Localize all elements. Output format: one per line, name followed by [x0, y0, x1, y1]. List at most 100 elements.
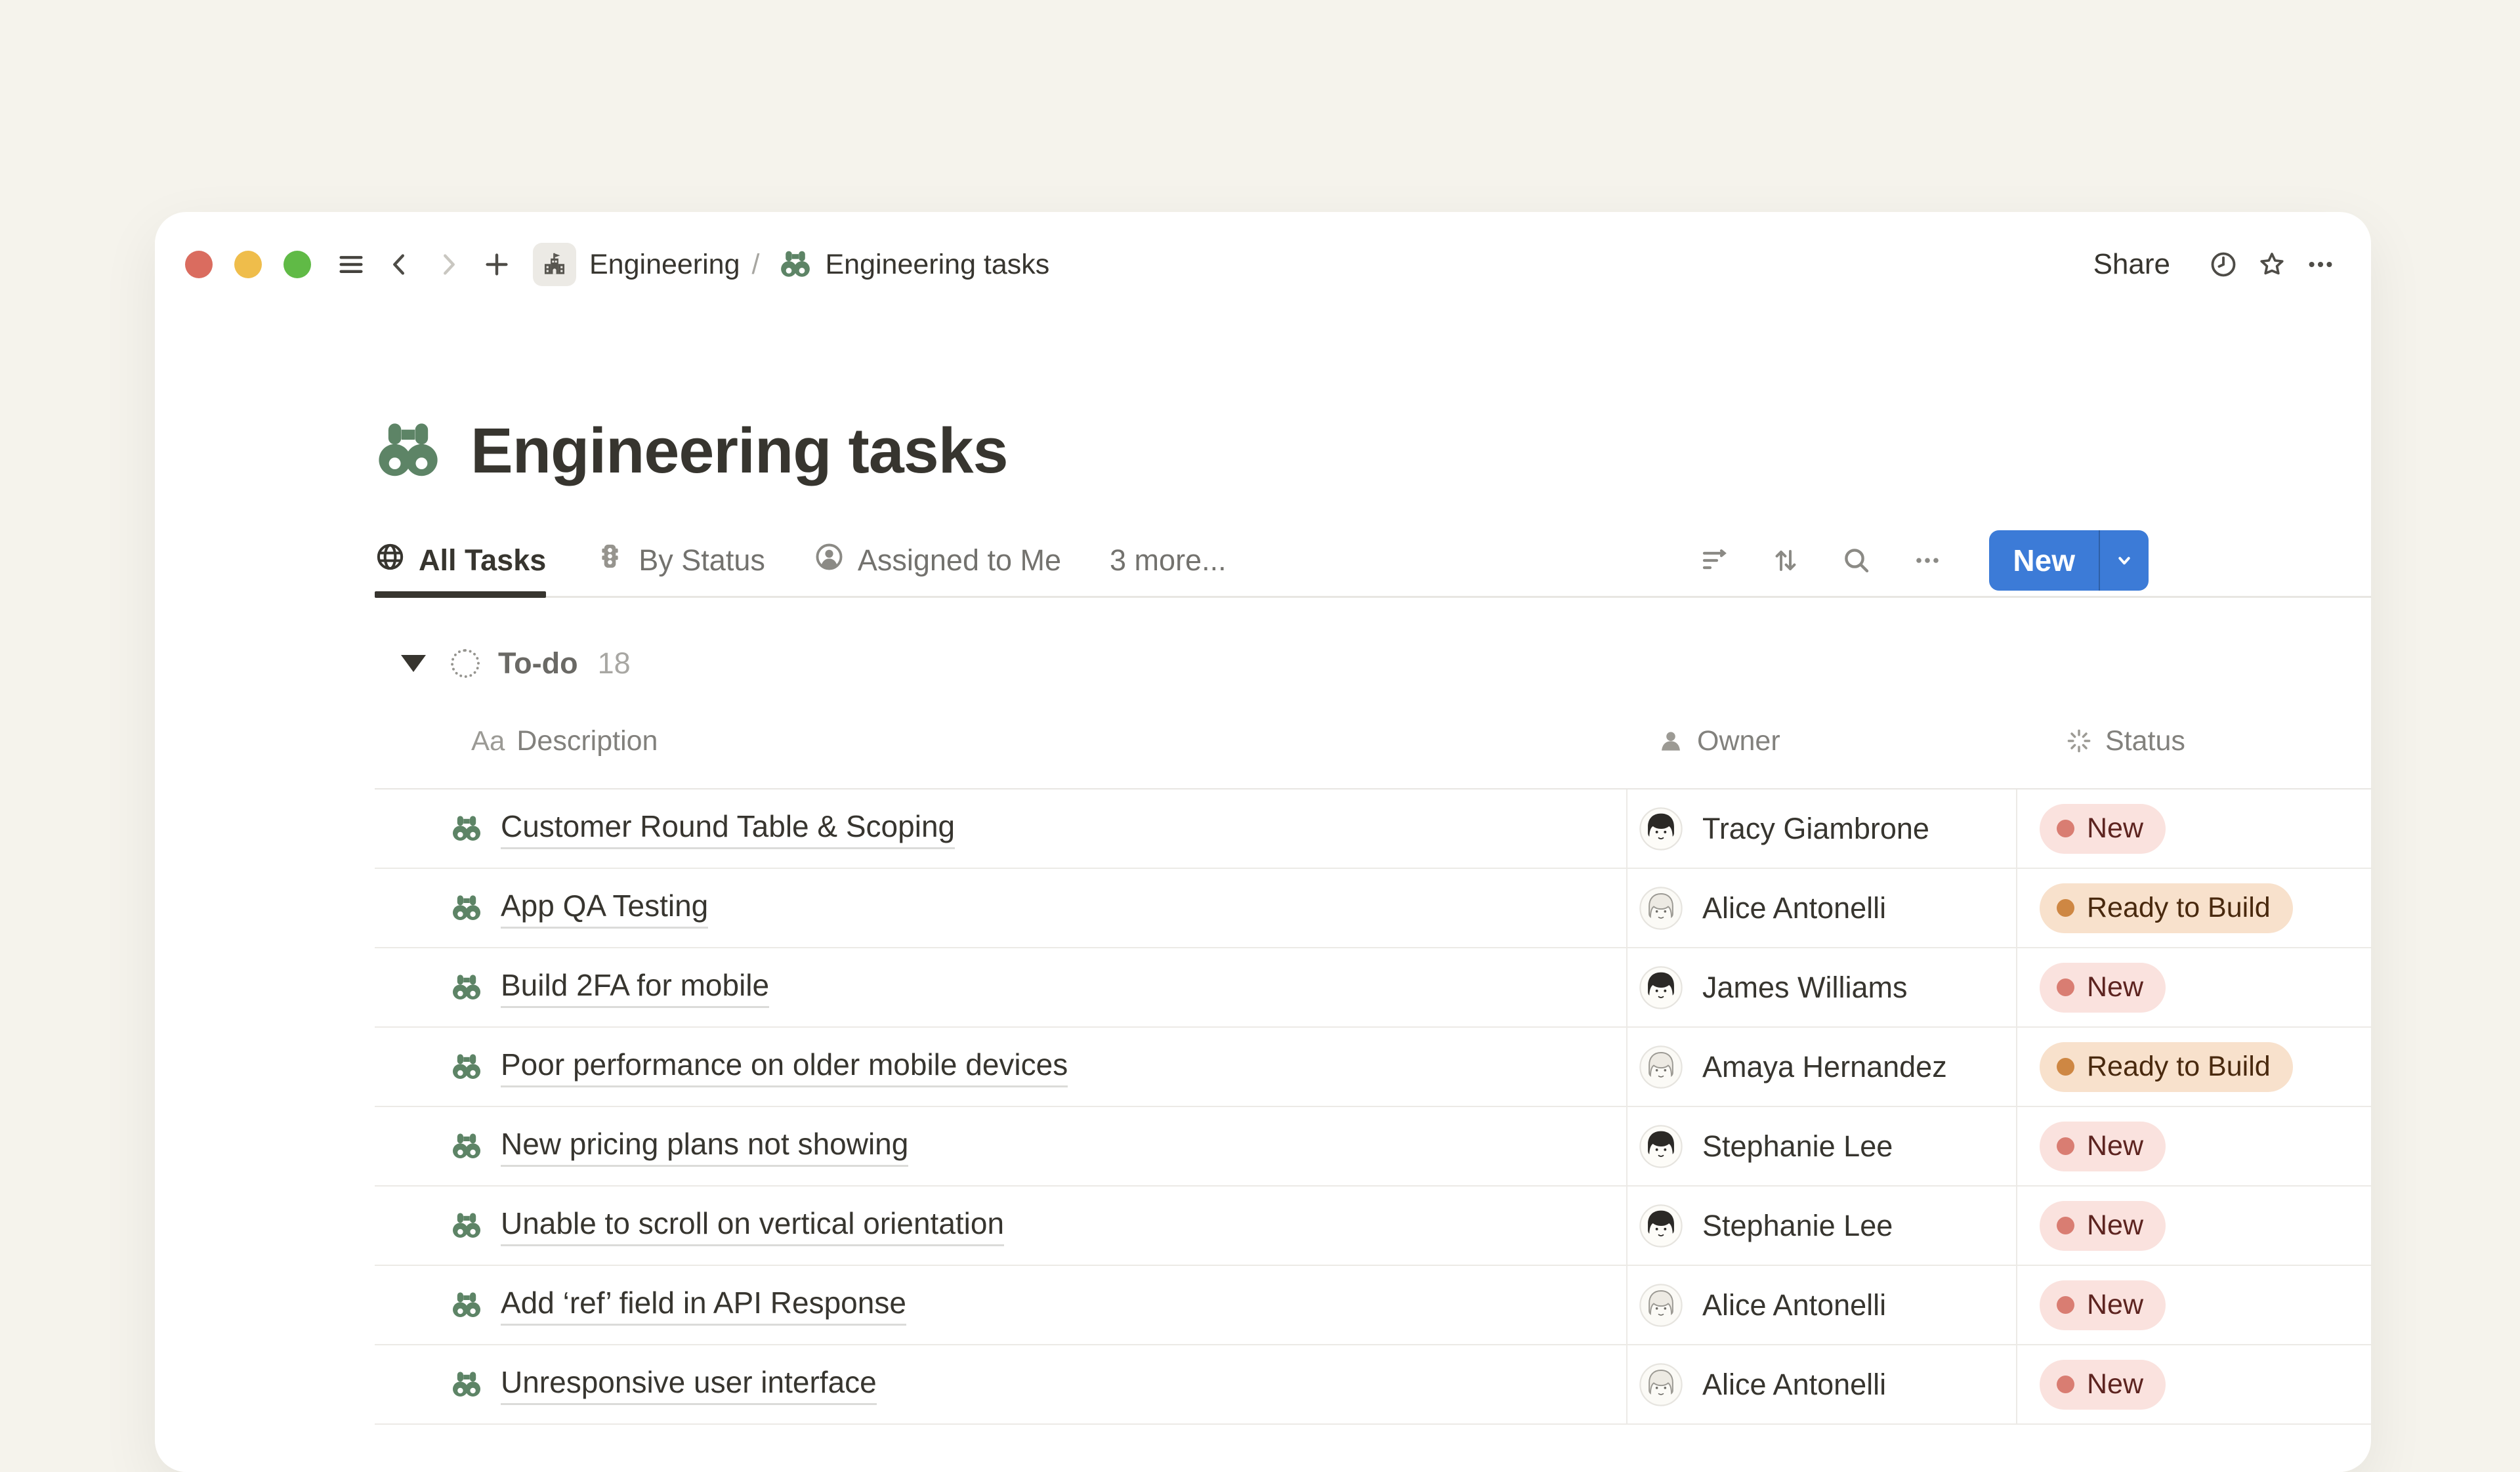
description-cell[interactable]: Poor performance on older mobile devices — [375, 1028, 1626, 1106]
task-title-link[interactable]: App QA Testing — [501, 888, 708, 929]
table-row[interactable]: Customer Round Table & Scoping Tracy Gia… — [375, 789, 2371, 869]
group-name[interactable]: To-do — [498, 646, 578, 681]
owner-cell[interactable]: Amaya Hernandez — [1626, 1028, 2017, 1106]
forward-icon[interactable] — [429, 245, 467, 284]
person-circle-icon — [814, 541, 845, 579]
owner-cell[interactable]: Alice Antonelli — [1626, 869, 2017, 947]
new-button[interactable]: New — [1989, 530, 2149, 591]
tab-assigned-to-me[interactable]: Assigned to Me — [814, 524, 1061, 596]
search-icon[interactable] — [1838, 542, 1875, 579]
status-cell[interactable]: New — [2017, 1107, 2371, 1185]
status-badge[interactable]: Ready to Build — [2040, 1042, 2293, 1092]
status-badge[interactable]: New — [2040, 1122, 2166, 1171]
status-dot-icon — [2057, 1058, 2074, 1076]
breadcrumb-current[interactable]: Engineering tasks — [825, 249, 1049, 281]
status-dot-icon — [2057, 1137, 2074, 1155]
owner-cell[interactable]: Alice Antonelli — [1626, 1266, 2017, 1344]
description-cell[interactable]: Unable to scroll on vertical orientation — [375, 1187, 1626, 1265]
status-label: Ready to Build — [2087, 892, 2271, 924]
column-header-owner[interactable]: Owner — [1626, 725, 2017, 757]
workspace-building-icon[interactable] — [533, 243, 576, 286]
table-row[interactable]: New pricing plans not showing Stephanie … — [375, 1107, 2371, 1187]
table-row[interactable]: Add ‘ref’ field in API Response Alice An… — [375, 1266, 2371, 1345]
status-badge[interactable]: Ready to Build — [2040, 883, 2293, 933]
close-window-button[interactable] — [185, 251, 213, 278]
more-options-icon[interactable] — [2301, 245, 2340, 284]
filter-icon[interactable] — [1696, 542, 1733, 579]
new-button-label[interactable]: New — [1989, 530, 2099, 591]
status-cell[interactable]: New — [2017, 1266, 2371, 1344]
binoculars-icon[interactable] — [375, 417, 442, 484]
minimize-window-button[interactable] — [234, 251, 262, 278]
text-property-icon: Aa — [471, 725, 505, 757]
favorite-star-icon[interactable] — [2253, 245, 2291, 284]
status-badge[interactable]: New — [2040, 804, 2166, 854]
status-badge[interactable]: New — [2040, 963, 2166, 1013]
task-title-link[interactable]: Build 2FA for mobile — [501, 967, 769, 1008]
status-dot-icon — [2057, 1217, 2074, 1234]
status-cell[interactable]: New — [2017, 1187, 2371, 1265]
tab-by-status[interactable]: By Status — [595, 524, 765, 596]
task-title-link[interactable]: Unresponsive user interface — [501, 1364, 877, 1405]
column-header-description[interactable]: Aa Description — [375, 725, 1626, 757]
share-button[interactable]: Share — [2093, 248, 2170, 281]
status-cell[interactable]: New — [2017, 1345, 2371, 1423]
description-cell[interactable]: Build 2FA for mobile — [375, 948, 1626, 1026]
table-row[interactable]: Unable to scroll on vertical orientation… — [375, 1187, 2371, 1266]
status-cell[interactable]: Ready to Build — [2017, 869, 2371, 947]
avatar — [1639, 1204, 1683, 1248]
status-label: New — [2087, 812, 2143, 845]
avatar — [1639, 1125, 1683, 1168]
owner-cell[interactable]: Tracy Giambrone — [1626, 789, 2017, 868]
status-badge[interactable]: New — [2040, 1201, 2166, 1251]
page-title[interactable]: Engineering tasks — [471, 414, 1008, 488]
updates-clock-icon[interactable] — [2204, 245, 2242, 284]
status-cell[interactable]: New — [2017, 789, 2371, 868]
column-header-status[interactable]: Status — [2017, 725, 2371, 757]
table-row[interactable]: Poor performance on older mobile devices… — [375, 1028, 2371, 1107]
sort-icon[interactable] — [1767, 542, 1804, 579]
tab-all-tasks[interactable]: All Tasks — [375, 524, 546, 596]
owner-cell[interactable]: James Williams — [1626, 948, 2017, 1026]
task-title-link[interactable]: Poor performance on older mobile devices — [501, 1047, 1068, 1087]
description-cell[interactable]: New pricing plans not showing — [375, 1107, 1626, 1185]
binoculars-icon — [451, 893, 482, 924]
owner-name: Stephanie Lee — [1702, 1129, 1893, 1164]
status-cell[interactable]: New — [2017, 948, 2371, 1026]
status-dot-icon — [2057, 820, 2074, 837]
binoculars-icon — [451, 972, 482, 1003]
new-page-icon[interactable] — [478, 245, 516, 284]
owner-name: Alice Antonelli — [1702, 891, 1886, 925]
owner-name: Alice Antonelli — [1702, 1368, 1886, 1402]
task-title-link[interactable]: Add ‘ref’ field in API Response — [501, 1285, 906, 1326]
back-icon[interactable] — [381, 245, 419, 284]
tab-3-more[interactable]: 3 more... — [1110, 524, 1227, 596]
owner-cell[interactable]: Alice Antonelli — [1626, 1345, 2017, 1423]
traffic-light-icon — [595, 541, 625, 579]
description-cell[interactable]: App QA Testing — [375, 869, 1626, 947]
binoculars-icon — [451, 813, 482, 845]
sidebar-menu-icon[interactable] — [332, 245, 370, 284]
description-cell[interactable]: Unresponsive user interface — [375, 1345, 1626, 1423]
status-badge[interactable]: New — [2040, 1280, 2166, 1330]
table-row[interactable]: Unresponsive user interface Alice Antone… — [375, 1345, 2371, 1425]
status-badge[interactable]: New — [2040, 1360, 2166, 1410]
collapse-triangle-icon[interactable] — [401, 655, 426, 672]
zoom-window-button[interactable] — [284, 251, 311, 278]
status-spinner-icon — [2065, 726, 2093, 755]
description-cell[interactable]: Add ‘ref’ field in API Response — [375, 1266, 1626, 1344]
task-title-link[interactable]: Unable to scroll on vertical orientation — [501, 1206, 1004, 1246]
task-title-link[interactable]: Customer Round Table & Scoping — [501, 809, 955, 849]
description-cell[interactable]: Customer Round Table & Scoping — [375, 789, 1626, 868]
owner-cell[interactable]: Stephanie Lee — [1626, 1187, 2017, 1265]
table-row[interactable]: App QA Testing Alice Antonelli Ready to … — [375, 869, 2371, 948]
group-header: To-do 18 — [375, 633, 2371, 694]
table-row[interactable]: Build 2FA for mobile James Williams New — [375, 948, 2371, 1028]
task-title-link[interactable]: New pricing plans not showing — [501, 1126, 908, 1167]
breadcrumb-parent[interactable]: Engineering — [589, 249, 740, 281]
owner-cell[interactable]: Stephanie Lee — [1626, 1107, 2017, 1185]
new-button-dropdown[interactable] — [2099, 530, 2149, 591]
status-cell[interactable]: Ready to Build — [2017, 1028, 2371, 1106]
binoculars-icon — [451, 1131, 482, 1162]
view-options-icon[interactable] — [1909, 542, 1946, 579]
